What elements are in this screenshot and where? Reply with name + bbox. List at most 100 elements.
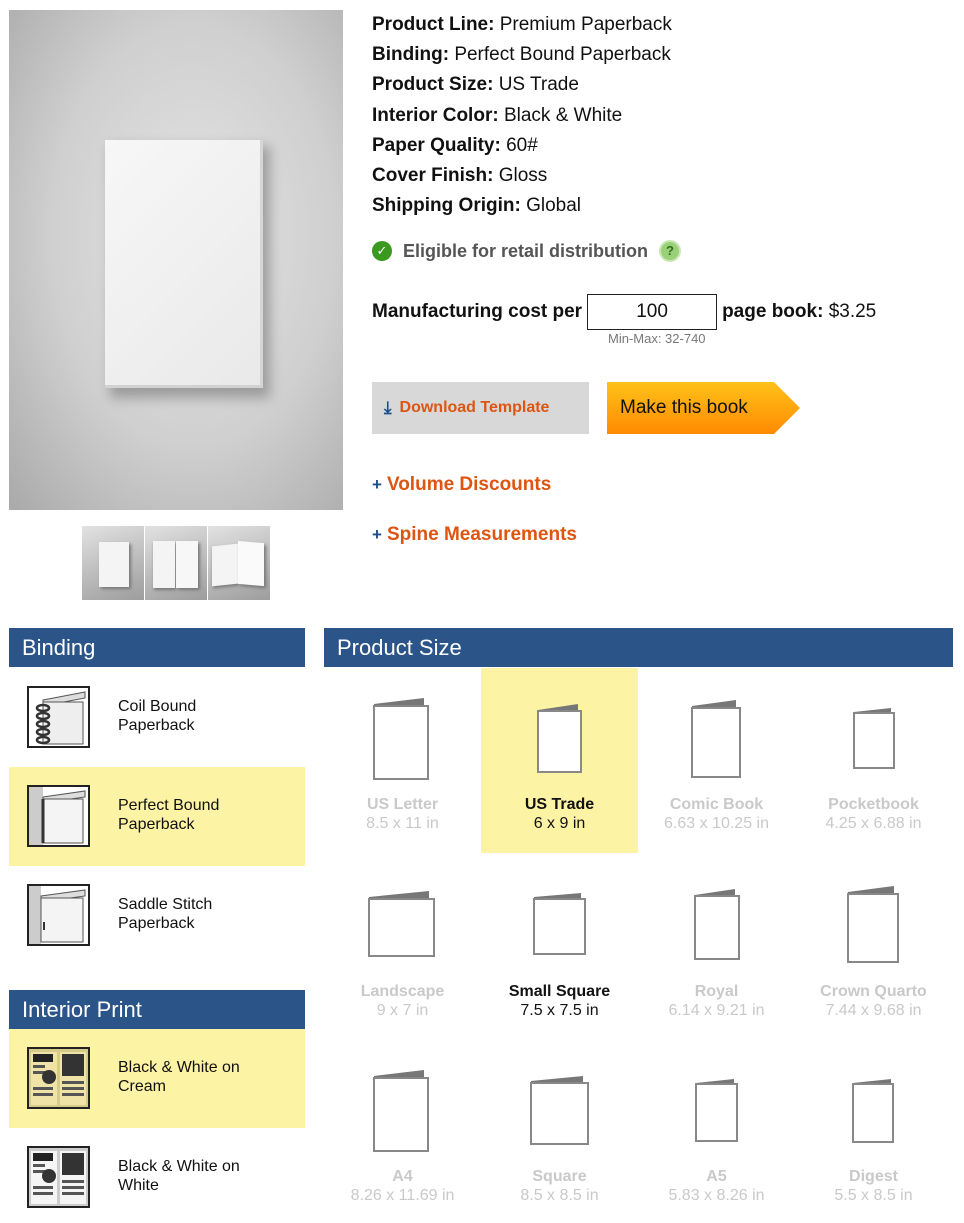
size-digest: Digest 5.5 x 8.5 in — [795, 1040, 952, 1223]
book-mockup — [105, 140, 263, 388]
interior-print-header: Interior Print — [9, 990, 305, 1029]
size-dims: 8.5 x 11 in — [366, 815, 439, 832]
interior-option-bw-white[interactable]: Black & White on White — [9, 1128, 305, 1223]
book-size-icon — [537, 704, 582, 773]
binding-option-label: Saddle Stitch Paperback — [118, 896, 213, 932]
binding-option-perfect-bound[interactable]: Perfect Bound Paperback — [9, 767, 305, 866]
thumbnail-open-book-angled[interactable] — [208, 526, 270, 600]
product-main-image — [9, 10, 343, 510]
binding-option-label: Coil Bound Paperback — [118, 698, 197, 734]
size-us-trade[interactable]: US Trade 6 x 9 in — [481, 668, 638, 853]
binding-option-coil[interactable]: Coil Bound Paperback — [9, 668, 305, 767]
size-name: Landscape — [360, 983, 445, 1000]
volume-discounts-label: Volume Discounts — [386, 474, 552, 495]
spec-key: Shipping Origin: — [372, 195, 521, 217]
download-template-label: Download Template — [399, 399, 550, 416]
spine-measurements-toggle[interactable]: + Spine Measurements — [372, 524, 577, 546]
volume-discounts-toggle[interactable]: + Volume Discounts — [372, 474, 551, 496]
size-dims: 6.63 x 10.25 in — [664, 815, 769, 832]
book-size-icon — [530, 1076, 589, 1145]
spec-value: 60# — [506, 134, 538, 156]
size-name: Crown Quarto — [820, 983, 927, 1000]
interior-option-bw-cream[interactable]: Black & White on Cream — [9, 1029, 305, 1128]
size-dims: 5.83 x 8.26 in — [668, 1187, 765, 1204]
size-name: Small Square — [508, 983, 611, 1000]
size-dims: 4.25 x 6.88 in — [825, 815, 922, 832]
spec-value: Premium Paperback — [499, 14, 672, 35]
eligibility-text: Eligible for retail distribution — [403, 240, 649, 261]
spec-value: Perfect Bound Paperback — [454, 44, 671, 66]
make-this-book-label: Make this book — [620, 397, 748, 418]
size-name: A4 — [392, 1168, 413, 1185]
size-name: US Letter — [366, 796, 439, 813]
spine-measurements-label: Spine Measurements — [386, 524, 578, 545]
book-size-icon — [691, 700, 741, 778]
binding-option-saddle-stitch[interactable]: Saddle Stitch Paperback — [9, 866, 305, 965]
size-a5: A5 5.83 x 8.26 in — [638, 1040, 795, 1223]
spec-value: Global — [526, 195, 582, 217]
size-dims: 8.5 x 8.5 in — [520, 1187, 599, 1204]
make-this-book-button[interactable]: Make this book — [607, 382, 800, 434]
spec-key: Product Size: — [372, 74, 494, 96]
size-us-letter: US Letter 8.5 x 11 in — [324, 668, 481, 853]
size-dims: 5.5 x 8.5 in — [834, 1187, 913, 1204]
spec-paper-quality: Paper Quality: 60# — [372, 131, 672, 161]
book-size-icon — [847, 886, 899, 963]
bw-cream-icon — [27, 1047, 90, 1109]
cost-price: $3.25 — [828, 301, 877, 322]
spec-cover-finish: Cover Finish: Gloss — [372, 161, 672, 191]
perfect-bound-icon — [27, 785, 90, 847]
spec-value: Black & White — [503, 104, 623, 126]
plus-icon: + — [372, 525, 382, 544]
spec-binding: Binding: Perfect Bound Paperback — [372, 40, 672, 70]
plus-icon: + — [372, 475, 382, 494]
spec-value: Gloss — [498, 165, 548, 187]
size-name: US Trade — [524, 796, 595, 813]
download-template-button[interactable]: ⤓ Download Template — [372, 382, 589, 434]
size-dims: 9 x 7 in — [376, 1002, 429, 1019]
saddle-stitch-icon — [27, 884, 90, 946]
binding-option-label: Perfect Bound Paperback — [118, 797, 220, 833]
book-size-icon — [694, 889, 740, 960]
spec-product-size: Product Size: US Trade — [372, 70, 672, 100]
book-size-icon — [695, 1079, 738, 1142]
spec-key: Paper Quality: — [372, 134, 501, 156]
retail-eligibility: ✓ Eligible for retail distribution ? — [372, 240, 682, 262]
download-icon: ⤓ — [384, 398, 392, 417]
thumbnail-open-book-flat[interactable] — [145, 526, 207, 600]
coil-binding-icon — [27, 686, 90, 748]
size-pocketbook: Pocketbook 4.25 x 6.88 in — [795, 668, 952, 853]
spec-shipping-origin: Shipping Origin: Global — [372, 191, 672, 221]
size-dims: 7.44 x 9.68 in — [825, 1002, 922, 1019]
size-name: A5 — [706, 1168, 727, 1185]
image-thumbnails — [82, 526, 271, 600]
size-a4: A4 8.26 x 11.69 in — [324, 1040, 481, 1223]
spec-value: US Trade — [498, 74, 579, 96]
product-specs: Product Line: Premium Paperback Binding:… — [372, 10, 672, 221]
manufacturing-cost: Manufacturing cost per page book: $3.25 — [372, 294, 876, 330]
size-landscape: Landscape 9 x 7 in — [324, 855, 481, 1040]
size-name: Comic Book — [669, 796, 764, 813]
size-dims: 8.26 x 11.69 in — [350, 1187, 455, 1204]
spec-key: Interior Color: — [372, 104, 499, 126]
size-dims: 7.5 x 7.5 in — [520, 1002, 599, 1019]
binding-header: Binding — [9, 628, 305, 667]
spec-key: Binding: — [372, 44, 450, 66]
size-name: Digest — [849, 1168, 898, 1185]
spec-key: Cover Finish: — [372, 165, 494, 187]
thumbnail-closed-book[interactable] — [82, 526, 144, 600]
interior-option-label: Black & White on Cream — [118, 1059, 240, 1095]
spec-product-line: Product Line: Premium Paperback — [372, 10, 672, 40]
spec-interior-color: Interior Color: Black & White — [372, 101, 672, 131]
size-crown-quarto: Crown Quarto 7.44 x 9.68 in — [795, 855, 952, 1040]
book-size-icon — [853, 708, 895, 769]
size-comic-book: Comic Book 6.63 x 10.25 in — [638, 668, 795, 853]
cost-label-after: page book: — [722, 301, 824, 322]
book-size-icon — [373, 698, 429, 780]
page-range-hint: Min-Max: 32-740 — [608, 331, 706, 346]
size-dims: 6 x 9 in — [533, 815, 586, 832]
size-name: Royal — [694, 983, 739, 1000]
page-count-input[interactable] — [587, 294, 718, 330]
size-small-square[interactable]: Small Square 7.5 x 7.5 in — [481, 855, 638, 1040]
help-icon[interactable]: ? — [659, 240, 682, 262]
